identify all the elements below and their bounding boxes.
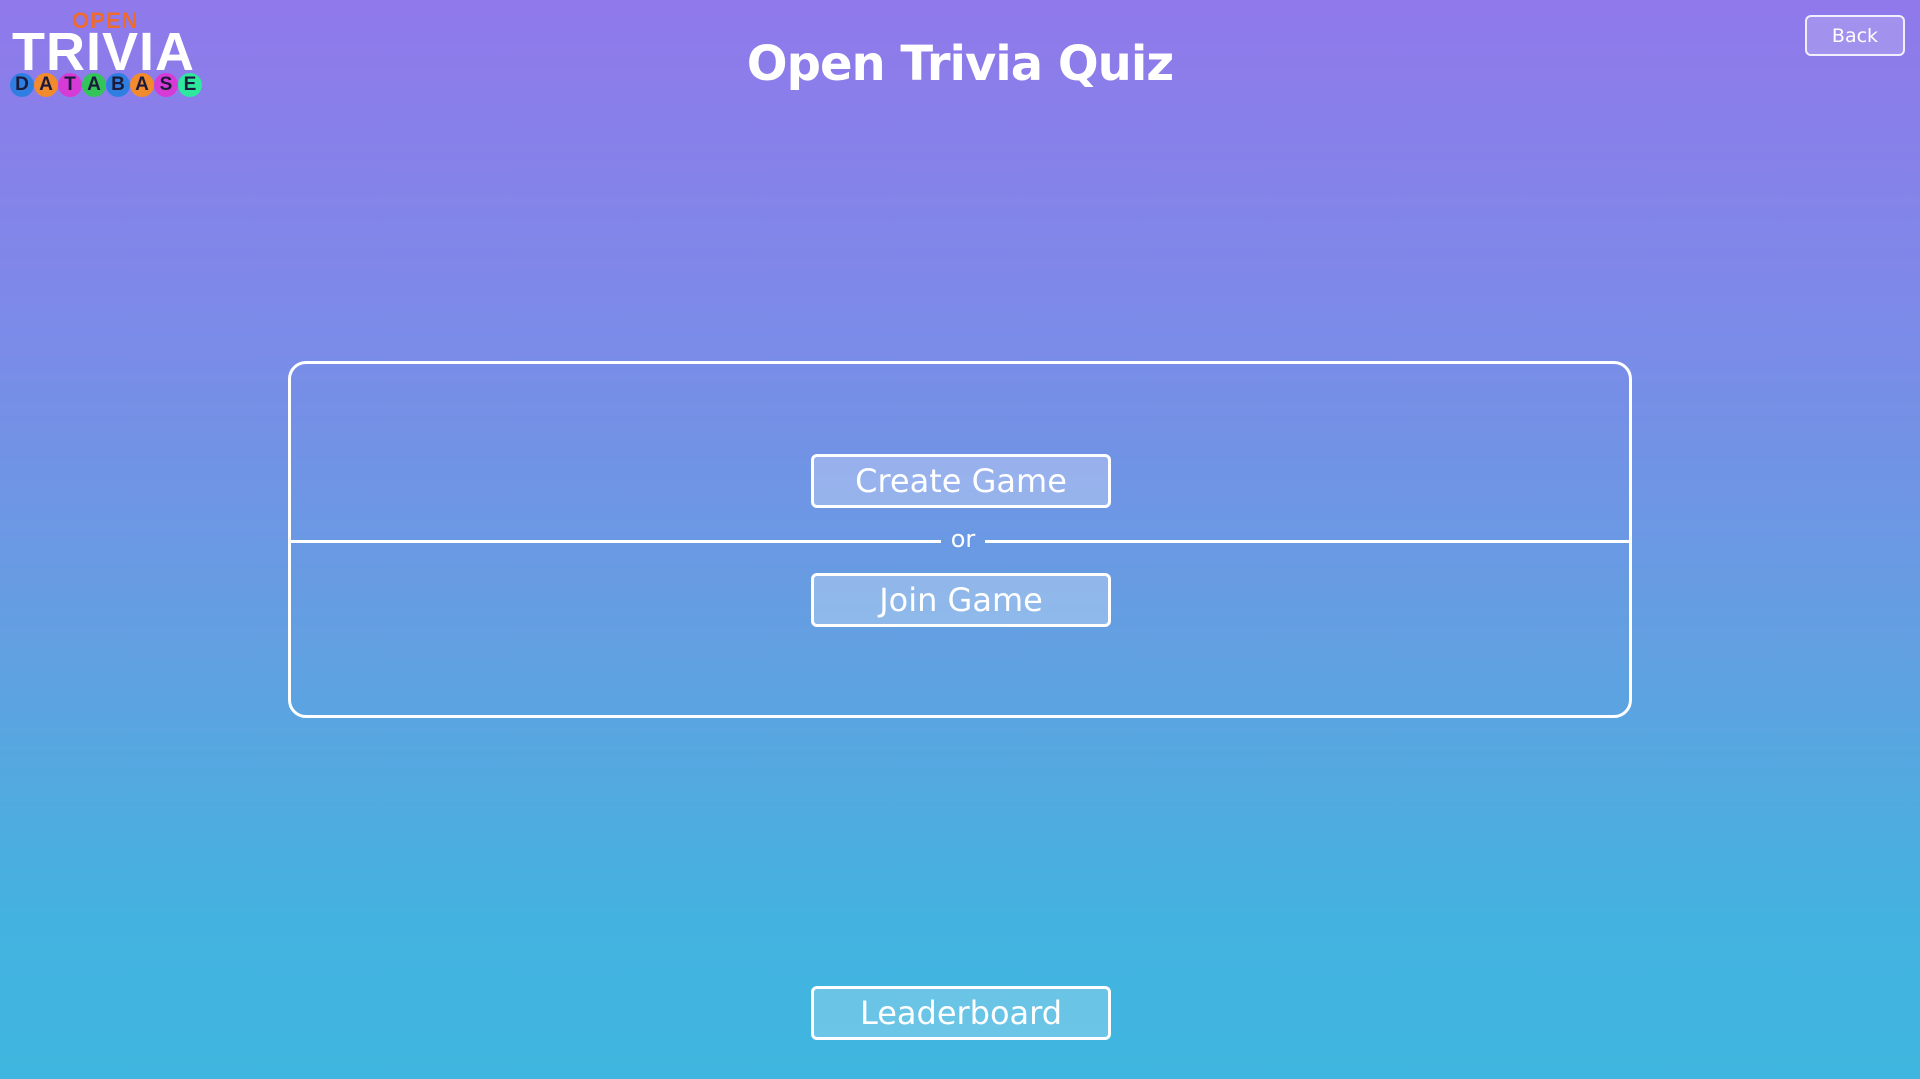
back-button[interactable]: Back bbox=[1805, 15, 1905, 56]
divider-line bbox=[985, 540, 1629, 543]
page-title: Open Trivia Quiz bbox=[746, 36, 1174, 92]
leaderboard-button[interactable]: Leaderboard bbox=[811, 986, 1111, 1040]
join-game-button[interactable]: Join Game bbox=[811, 573, 1111, 627]
create-game-button[interactable]: Create Game bbox=[811, 454, 1111, 508]
game-options-panel: Create Game or Join Game bbox=[288, 361, 1632, 718]
or-separator: or bbox=[950, 525, 976, 553]
divider-line bbox=[291, 540, 941, 543]
